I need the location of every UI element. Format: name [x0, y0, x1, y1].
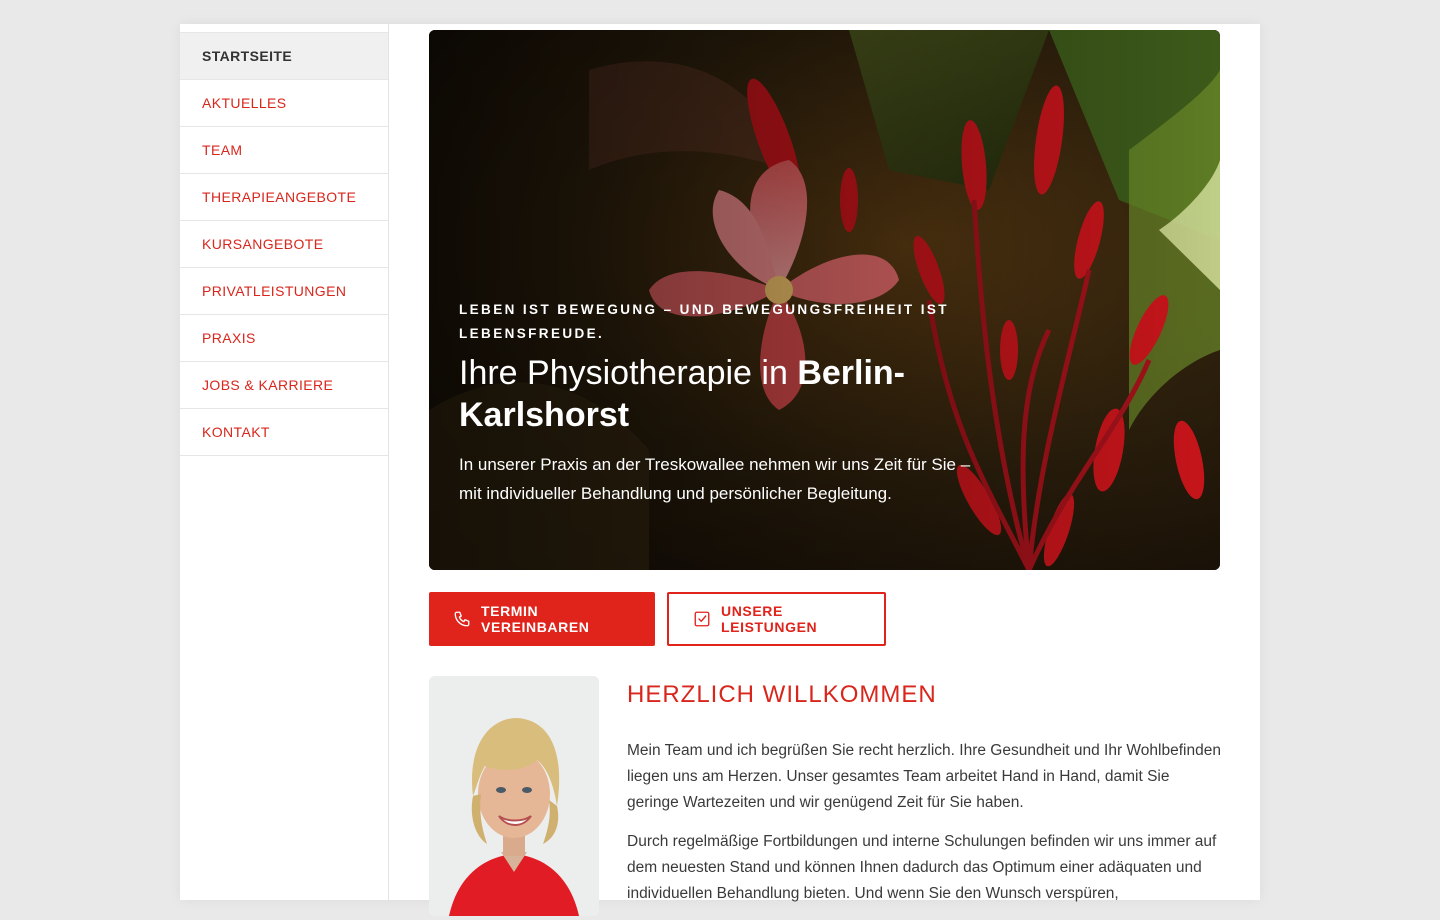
- hero-headline-part1: Ihre Physiotherapie in: [459, 354, 798, 392]
- sidebar-item-privatleistungen[interactable]: PRIVATLEISTUNGEN: [180, 268, 388, 315]
- sidebar-item-jobs-karriere[interactable]: JOBS & KARRIERE: [180, 362, 388, 409]
- hero-headline: Ihre Physiotherapie in Berlin-Karlshorst: [459, 352, 979, 436]
- hero-lead: In unserer Praxis an der Treskowallee ne…: [459, 455, 971, 503]
- hero-banner: LEBEN IST BEWEGUNG – UND BEWEGUNGSFREIHE…: [429, 30, 1220, 570]
- sidebar-item-kontakt[interactable]: KONTAKT: [180, 409, 388, 456]
- welcome-text-block: HERZLICH WILLKOMMEN Mein Team und ich be…: [627, 680, 1221, 920]
- services-button-label: UNSERE LEISTUNGEN: [721, 603, 818, 635]
- hero-text-block: LEBEN IST BEWEGUNG – UND BEWEGUNGSFREIHE…: [459, 298, 979, 508]
- main-content: LEBEN IST BEWEGUNG – UND BEWEGUNGSFREIHE…: [429, 30, 1221, 916]
- cta-row: TERMIN VEREINBAREN UNSERE LEISTUNGEN: [429, 592, 886, 646]
- sidebar: STARTSEITE AKTUELLES TEAM THERAPIEANGEBO…: [180, 24, 389, 900]
- sidebar-item-therapieangebote[interactable]: THERAPIEANGEBOTE: [180, 174, 388, 221]
- sidebar-item-praxis[interactable]: PRAXIS: [180, 315, 388, 362]
- checkbox-icon: [694, 611, 710, 627]
- welcome-paragraph-2: Durch regelmäßige Fortbildungen und inte…: [627, 833, 1217, 902]
- sidebar-item-aktuelles[interactable]: AKTUELLES: [180, 80, 388, 127]
- sidebar-item-kursangebote[interactable]: KURSANGEBOTE: [180, 221, 388, 268]
- phone-icon: [454, 611, 470, 627]
- owner-portrait: [429, 676, 599, 916]
- sidebar-item-startseite[interactable]: STARTSEITE: [180, 33, 388, 80]
- sidebar-item-team[interactable]: TEAM: [180, 127, 388, 174]
- appointment-button[interactable]: TERMIN VEREINBAREN: [429, 592, 655, 646]
- welcome-paragraph-1: Mein Team und ich begrüßen Sie recht her…: [627, 742, 1221, 811]
- welcome-title: HERZLICH WILLKOMMEN: [627, 681, 937, 708]
- sidebar-nav: STARTSEITE AKTUELLES TEAM THERAPIEANGEBO…: [180, 32, 388, 456]
- page-container: STARTSEITE AKTUELLES TEAM THERAPIEANGEBO…: [180, 24, 1260, 916]
- services-button[interactable]: UNSERE LEISTUNGEN: [667, 592, 886, 646]
- hero-kicker: LEBEN IST BEWEGUNG – UND BEWEGUNGSFREIHE…: [459, 302, 949, 341]
- portrait-image: [429, 676, 599, 916]
- appointment-button-label: TERMIN VEREINBAREN: [481, 603, 590, 635]
